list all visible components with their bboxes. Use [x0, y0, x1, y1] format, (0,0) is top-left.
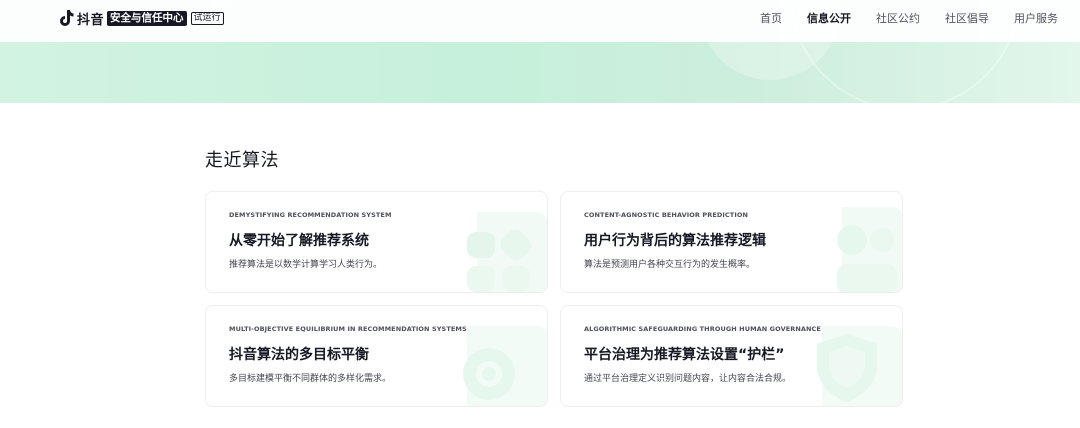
section-title: 走近算法	[205, 150, 279, 171]
douyin-logo-icon	[60, 10, 74, 26]
card-subtitle: MULTI-OBJECTIVE EQUILIBRIUM IN RECOMMEND…	[229, 325, 467, 333]
card-description: 通过平台治理定义识别问题内容，让内容合法合规。	[584, 374, 792, 384]
nav-item-community-advocacy[interactable]: 社区倡导	[945, 10, 989, 26]
card-title: 从零开始了解推荐系统	[229, 233, 369, 249]
top-navigation-bar: 抖音 安全与信任中心 试运行 首页 信息公开 社区公约 社区倡导 用户服务	[0, 0, 1080, 42]
card-subtitle: DEMYSTIFYING RECOMMENDATION SYSTEM	[229, 211, 392, 219]
brand-name: 抖音	[77, 12, 105, 28]
center-label: 安全与信任中心	[107, 10, 187, 26]
card-subtitle: ALGORITHMIC SAFEGUARDING THROUGH HUMAN G…	[584, 325, 821, 333]
nav-item-info-disclosure[interactable]: 信息公开	[807, 10, 851, 26]
nav-item-community-convention[interactable]: 社区公约	[876, 10, 920, 26]
algorithm-card[interactable]: ALGORITHMIC SAFEGUARDING THROUGH HUMAN G…	[560, 305, 903, 407]
card-description: 多目标建模平衡不同群体的多样化需求。	[229, 374, 392, 384]
card-title: 抖音算法的多目标平衡	[229, 347, 369, 363]
algorithm-card[interactable]: CONTENT-AGNOSTIC BEHAVIOR PREDICTION 用户行…	[560, 191, 903, 293]
card-title: 用户行为背后的算法推荐逻辑	[584, 233, 766, 249]
algorithm-card[interactable]: MULTI-OBJECTIVE EQUILIBRIUM IN RECOMMEND…	[205, 305, 548, 407]
card-subtitle: CONTENT-AGNOSTIC BEHAVIOR PREDICTION	[584, 211, 749, 219]
site-logo[interactable]: 抖音 安全与信任中心 试运行	[58, 9, 224, 28]
card-illustration-icon	[463, 326, 547, 406]
main-nav: 首页 信息公开 社区公约 社区倡导 用户服务	[735, 0, 1058, 36]
nav-item-home[interactable]: 首页	[760, 10, 782, 26]
algorithm-card[interactable]: DEMYSTIFYING RECOMMENDATION SYSTEM 从零开始了…	[205, 191, 548, 293]
trial-badge: 试运行	[190, 11, 224, 25]
card-description: 推荐算法是以数学计算学习人类行为。	[229, 260, 383, 270]
card-illustration-icon	[837, 207, 902, 292]
card-description: 算法是预测用户各种交互行为的发生概率。	[584, 260, 756, 270]
card-illustration-icon	[817, 326, 902, 406]
card-title: 平台治理为推荐算法设置“护栏”	[584, 347, 785, 363]
nav-item-user-services[interactable]: 用户服务	[1014, 10, 1058, 26]
card-illustration-icon	[467, 212, 547, 292]
